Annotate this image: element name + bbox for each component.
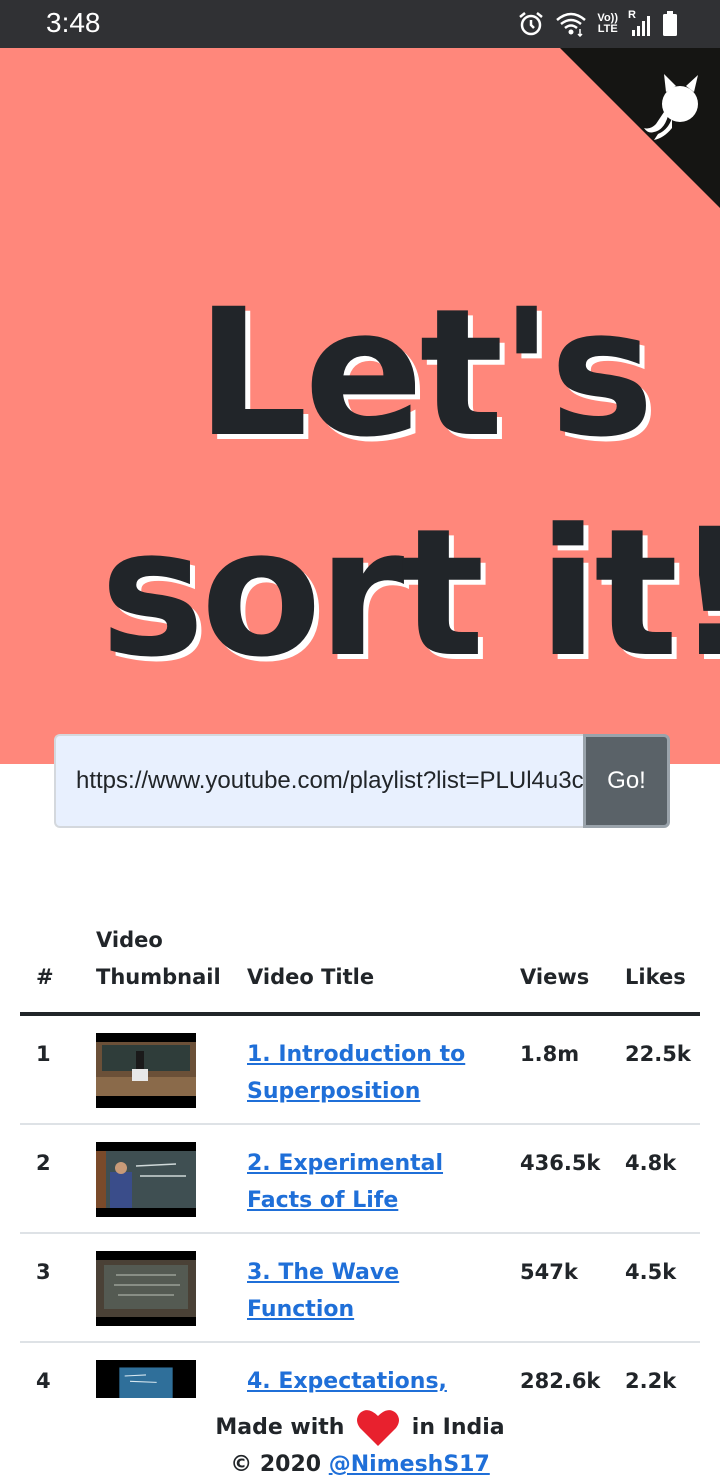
github-corner-link[interactable] [560,48,720,208]
hero-banner: Let's sort it! [0,48,720,764]
row-views: 282.6k [520,1369,601,1393]
made-with-prefix: Made with [215,1415,345,1440]
row-number: 4 [36,1369,51,1393]
row-views: 1.8m [520,1042,580,1066]
row-number: 1 [36,1042,51,1066]
header-views: Views [520,965,590,989]
video-title-link[interactable]: 1. Introduction to Superposition [247,1036,497,1110]
alarm-icon [519,12,544,36]
header-num: # [36,965,54,989]
row-likes: 4.5k [625,1260,677,1284]
row-likes: 4.8k [625,1151,677,1175]
made-with-suffix: in India [411,1415,505,1440]
playlist-url-input[interactable]: https://www.youtube.com/playlist?list=PL… [54,734,583,828]
status-icons: Vo)) LTE R [517,8,678,40]
status-bar: 3:48 Vo)) LTE R [0,0,720,48]
header-thumb-line-1: Video [96,928,163,952]
results-table: # Video Thumbnail Video Title Views Like… [20,924,700,1452]
video-thumbnail[interactable] [96,1360,196,1400]
lte-label: LTE [597,23,618,35]
video-title-link[interactable]: 3. The Wave Function [247,1254,497,1328]
header-likes: Likes [625,965,686,989]
hero-heading-line-1: Let's [196,271,654,476]
row-likes: 2.2k [625,1369,677,1393]
battery-icon [663,11,677,36]
made-with-love-line: Made with in India [0,1408,720,1448]
author-link[interactable]: @NimeshS17 [329,1452,490,1477]
go-button[interactable]: Go! [583,734,670,828]
table-row: 1 1. Introduction to Superposition 1.8m … [20,1016,700,1125]
video-thumbnail[interactable] [96,1251,196,1326]
video-thumbnail[interactable] [96,1142,196,1217]
video-title-link[interactable]: 4. Expectations, [247,1363,497,1400]
playlist-search-form: https://www.youtube.com/playlist?list=PL… [54,734,670,828]
copyright-text: © 2020 [230,1452,322,1477]
row-number: 3 [36,1260,51,1284]
header-thumb-line-2: Thumbnail [96,965,221,989]
header-title: Video Title [247,965,375,989]
row-views: 436.5k [520,1151,601,1175]
row-number: 2 [36,1151,51,1175]
video-title-link[interactable]: 2. Experimental Facts of Life [247,1145,497,1219]
row-likes: 22.5k [625,1042,691,1066]
table-row: 2 2. Experimental Facts of Life 436.5k 4… [20,1125,700,1234]
row-views: 547k [520,1260,578,1284]
volte-icon: Vo)) LTE [597,13,618,35]
signal-icon: R [628,10,652,38]
status-time: 3:48 [46,7,101,38]
copyright-line: © 2020 @NimeshS17 [0,1450,720,1480]
table-header: # Video Thumbnail Video Title Views Like… [20,924,700,1016]
heart-icon [357,1410,400,1446]
wifi-icon [556,12,587,37]
video-thumbnail[interactable] [96,1033,196,1108]
page-footer: Made with in India © 2020 @NimeshS17 [0,1398,720,1480]
table-row: 3 3. The Wave Function 547k 4.5k [20,1234,700,1343]
hero-heading-line-2: sort it! [100,491,720,696]
